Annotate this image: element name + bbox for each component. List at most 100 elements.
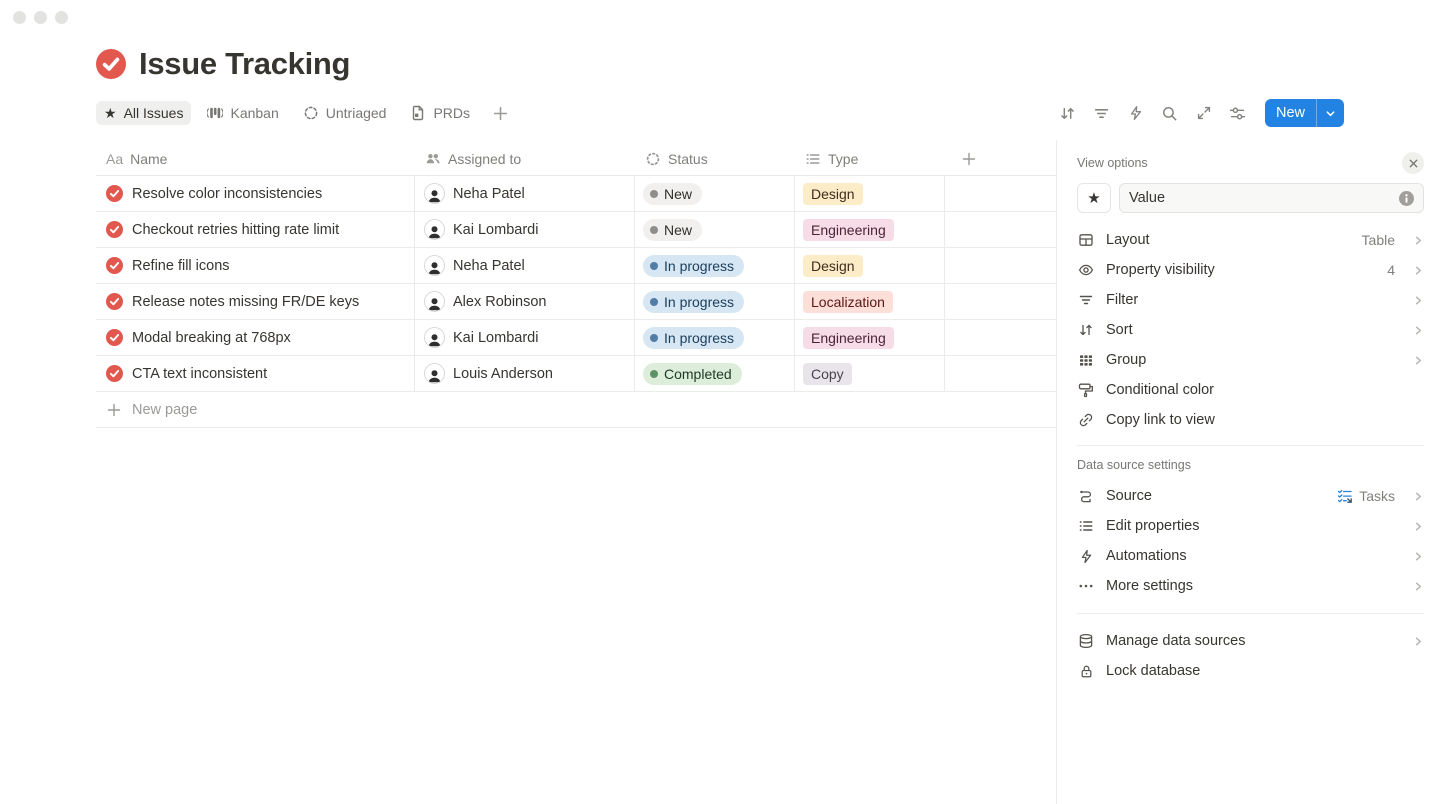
column-header-status[interactable]: Status bbox=[635, 143, 795, 175]
view-options-panel: View options ★ Value Layout Table Proper… bbox=[1056, 140, 1440, 804]
cell-empty[interactable] bbox=[945, 284, 1056, 319]
page-title[interactable]: Issue Tracking bbox=[139, 46, 350, 82]
star-icon: ★ bbox=[104, 106, 117, 120]
info-icon[interactable] bbox=[1399, 191, 1414, 206]
menu-item-layout[interactable]: Layout Table bbox=[1077, 225, 1424, 255]
cell-empty[interactable] bbox=[945, 248, 1056, 283]
cell-type[interactable]: Design bbox=[795, 248, 945, 283]
tab-untriaged[interactable]: Untriaged bbox=[295, 101, 395, 125]
table-row: Modal breaking at 768px Kai Lombardi In … bbox=[96, 320, 1056, 356]
view-name-input[interactable]: Value bbox=[1119, 183, 1424, 213]
cell-name[interactable]: Modal breaking at 768px bbox=[96, 320, 415, 355]
cell-name[interactable]: Checkout retries hitting rate limit bbox=[96, 212, 415, 247]
cell-assigned-to[interactable]: Louis Anderson bbox=[415, 356, 635, 391]
cell-status[interactable]: New bbox=[635, 212, 795, 247]
menu-item-edit-properties[interactable]: Edit properties bbox=[1077, 511, 1424, 541]
filter-lines-icon[interactable] bbox=[1089, 100, 1115, 126]
divider bbox=[1077, 445, 1424, 446]
menu-item-source[interactable]: Source Tasks bbox=[1077, 481, 1424, 511]
cell-empty[interactable] bbox=[945, 320, 1056, 355]
status-badge: New bbox=[643, 219, 702, 241]
menu-item-manage-data-sources[interactable]: Manage data sources bbox=[1077, 626, 1424, 656]
view-icon-button[interactable]: ★ bbox=[1077, 183, 1111, 213]
zoom-button[interactable] bbox=[55, 11, 68, 24]
menu-item-copy-link-to-view[interactable]: Copy link to view bbox=[1077, 405, 1424, 435]
cell-name[interactable]: Refine fill icons bbox=[96, 248, 415, 283]
automations-icon[interactable] bbox=[1123, 100, 1149, 126]
cell-assigned-to[interactable]: Alex Robinson bbox=[415, 284, 635, 319]
column-header-name[interactable]: Aa Name bbox=[96, 143, 415, 175]
status-label: In progress bbox=[664, 294, 734, 310]
cell-status[interactable]: In progress bbox=[635, 320, 795, 355]
menu-label: Layout bbox=[1106, 232, 1351, 248]
cell-status[interactable]: In progress bbox=[635, 248, 795, 283]
expand-icon[interactable] bbox=[1191, 100, 1217, 126]
cell-name[interactable]: CTA text inconsistent bbox=[96, 356, 415, 391]
group-grid-icon bbox=[1077, 352, 1095, 368]
menu-item-sort[interactable]: Sort bbox=[1077, 315, 1424, 345]
avatar bbox=[424, 183, 445, 204]
status-dot bbox=[650, 370, 658, 378]
close-button[interactable] bbox=[13, 11, 26, 24]
cell-status[interactable]: Completed bbox=[635, 356, 795, 391]
add-view-button[interactable] bbox=[486, 101, 515, 126]
source-value: Tasks bbox=[1337, 488, 1395, 504]
check-circle-icon[interactable] bbox=[96, 49, 126, 79]
cell-assigned-to[interactable]: Kai Lombardi bbox=[415, 212, 635, 247]
cell-type[interactable]: Localization bbox=[795, 284, 945, 319]
status-dot bbox=[650, 226, 658, 234]
status-label: New bbox=[664, 222, 692, 238]
divider bbox=[1077, 613, 1424, 614]
sort-icon[interactable] bbox=[1055, 100, 1081, 126]
table-row: Refine fill icons Neha Patel In progress… bbox=[96, 248, 1056, 284]
search-icon[interactable] bbox=[1157, 100, 1183, 126]
cell-type[interactable]: Design bbox=[795, 176, 945, 211]
tab-kanban[interactable]: Kanban bbox=[199, 101, 286, 125]
new-button[interactable]: New bbox=[1265, 105, 1316, 121]
add-property-button[interactable] bbox=[945, 143, 1056, 175]
menu-item-more-settings[interactable]: More settings bbox=[1077, 571, 1424, 601]
tab-prds[interactable]: PRDs bbox=[402, 101, 478, 125]
cell-name[interactable]: Release notes missing FR/DE keys bbox=[96, 284, 415, 319]
minimize-button[interactable] bbox=[34, 11, 47, 24]
menu-value: Table bbox=[1362, 232, 1395, 248]
database-icon bbox=[1077, 633, 1095, 649]
issue-title: Resolve color inconsistencies bbox=[132, 186, 322, 202]
close-icon[interactable] bbox=[1402, 152, 1424, 174]
cell-assigned-to[interactable]: Kai Lombardi bbox=[415, 320, 635, 355]
cell-assigned-to[interactable]: Neha Patel bbox=[415, 176, 635, 211]
column-label: Type bbox=[828, 151, 858, 167]
cell-empty[interactable] bbox=[945, 176, 1056, 211]
menu-item-group[interactable]: Group bbox=[1077, 345, 1424, 375]
lock-icon bbox=[1077, 664, 1095, 679]
cell-type[interactable]: Engineering bbox=[795, 320, 945, 355]
table-layout-icon bbox=[1077, 232, 1095, 248]
app-window: Issue Tracking ★ All Issues Kanban Untri… bbox=[0, 0, 1440, 804]
cell-status[interactable]: In progress bbox=[635, 284, 795, 319]
menu-item-automations[interactable]: Automations bbox=[1077, 541, 1424, 571]
menu-item-lock-database[interactable]: Lock database bbox=[1077, 656, 1424, 686]
cell-type[interactable]: Copy bbox=[795, 356, 945, 391]
settings-sliders-icon[interactable] bbox=[1225, 100, 1251, 126]
menu-item-conditional-color[interactable]: Conditional color bbox=[1077, 375, 1424, 405]
column-header-assigned-to[interactable]: Assigned to bbox=[415, 143, 635, 175]
issue-title: Checkout retries hitting rate limit bbox=[132, 222, 339, 238]
cell-empty[interactable] bbox=[945, 212, 1056, 247]
menu-item-property-visibility[interactable]: Property visibility 4 bbox=[1077, 255, 1424, 285]
status-badge: Completed bbox=[643, 363, 742, 385]
cell-type[interactable]: Engineering bbox=[795, 212, 945, 247]
column-header-type[interactable]: Type bbox=[795, 143, 945, 175]
tab-all-issues[interactable]: ★ All Issues bbox=[96, 101, 191, 125]
cell-status[interactable]: New bbox=[635, 176, 795, 211]
chevron-right-icon bbox=[1413, 491, 1424, 502]
cell-empty[interactable] bbox=[945, 356, 1056, 391]
issue-title: Modal breaking at 768px bbox=[132, 330, 291, 346]
menu-item-filter[interactable]: Filter bbox=[1077, 285, 1424, 315]
new-dropdown-button[interactable] bbox=[1316, 99, 1344, 127]
cell-assigned-to[interactable]: Neha Patel bbox=[415, 248, 635, 283]
type-badge: Design bbox=[803, 183, 863, 205]
new-page-row[interactable]: New page bbox=[96, 392, 1056, 428]
status-badge: In progress bbox=[643, 255, 744, 277]
cell-name[interactable]: Resolve color inconsistencies bbox=[96, 176, 415, 211]
assignee-name: Alex Robinson bbox=[453, 294, 547, 310]
